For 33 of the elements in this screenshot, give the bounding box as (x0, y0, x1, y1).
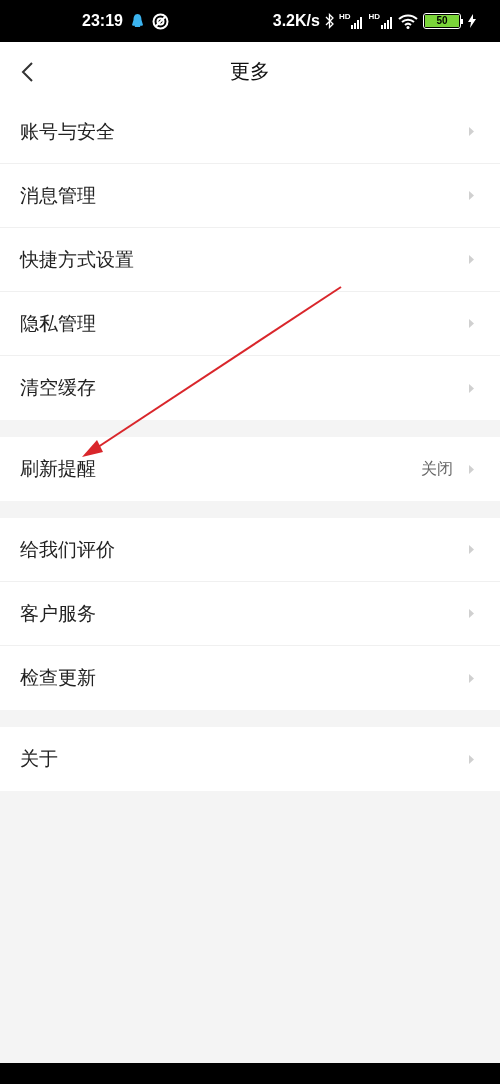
chevron-icon (469, 383, 474, 393)
hd-label: HD (338, 13, 351, 21)
network-speed: 3.2K/s (272, 12, 320, 30)
row-label: 消息管理 (20, 182, 96, 208)
row-label: 给我们评价 (20, 536, 115, 562)
row-label: 刷新提醒 (20, 456, 96, 481)
row-value: 关闭 (421, 458, 453, 480)
row-label: 快捷方式设置 (20, 246, 134, 272)
wifi-icon (398, 13, 418, 29)
chevron-icon (469, 609, 474, 618)
page-title: 更多 (230, 57, 270, 85)
back-chevron-icon (20, 61, 34, 83)
chevron-icon (469, 673, 474, 683)
battery-level: 50 (425, 15, 459, 27)
clock-time: 23:19 (82, 12, 123, 30)
chevron-icon (469, 464, 474, 474)
hd-label: HD (368, 13, 380, 21)
row-label: 账号与安全 (20, 118, 115, 144)
bluetooth-icon (324, 13, 334, 29)
row-label: 客户服务 (20, 600, 96, 626)
row-label: 隐私管理 (20, 310, 96, 336)
charging-icon (468, 14, 476, 28)
chevron-icon (469, 545, 474, 554)
signal-icon (351, 17, 364, 29)
row-label: 清空缓存 (20, 375, 96, 400)
chevron-icon (469, 754, 474, 764)
chevron-icon (469, 127, 474, 136)
row-label: 检查更新 (20, 665, 96, 690)
signal-icon (381, 17, 393, 29)
row-label: 关于 (20, 746, 58, 771)
chevron-icon (469, 191, 474, 200)
chevron-icon (469, 319, 474, 328)
chevron-icon (469, 255, 474, 264)
